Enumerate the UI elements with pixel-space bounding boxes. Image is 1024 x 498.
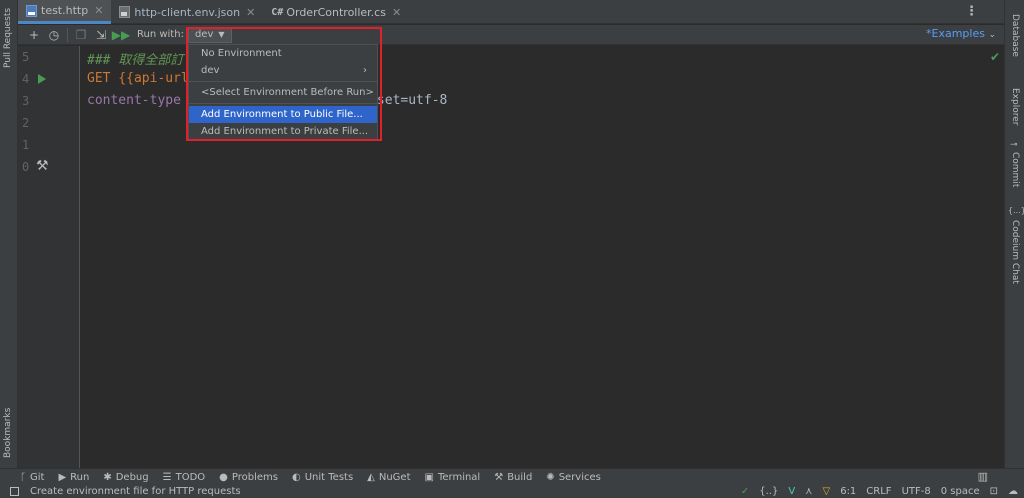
services-icon: ✺: [546, 471, 555, 483]
line-number: 5: [22, 50, 30, 64]
run-tool[interactable]: ▶ Run: [58, 472, 89, 483]
bookmarks-tool[interactable]: Bookmarks: [3, 398, 13, 458]
examples-link[interactable]: *Examples ⌄: [926, 27, 996, 40]
status-bar: Create environment file for HTTP request…: [0, 485, 1024, 498]
menu-item-add-public[interactable]: Add Environment to Public File...: [189, 106, 377, 123]
caret-position[interactable]: 6:1: [840, 486, 856, 497]
lock-icon[interactable]: ⊡: [990, 486, 998, 497]
editor-tab-bar: test.http ✕ http-client.env.json ✕ C# Or…: [18, 0, 1004, 24]
build-icon: ⚒: [494, 471, 504, 483]
git-icon: ᚴ: [20, 471, 26, 483]
tab-label: OrderController.cs: [286, 5, 386, 19]
terminal-icon: ▣: [424, 471, 434, 483]
debug-icon: ✱: [103, 471, 112, 483]
chevron-down-icon: ⌄: [988, 30, 996, 40]
environment-popup: No Environment dev › <Select Environment …: [188, 44, 378, 141]
http-file-icon: [26, 4, 37, 17]
toggle-tool-windows-icon[interactable]: [10, 487, 19, 496]
inspection-icon[interactable]: ⋏: [805, 486, 812, 497]
tab-label: http-client.env.json: [134, 5, 241, 19]
line-number: 0: [22, 160, 30, 174]
run-icon: ▶: [58, 471, 67, 483]
close-icon[interactable]: ✕: [94, 4, 103, 17]
line-number: 2: [22, 116, 30, 130]
debug-tool[interactable]: ✱ Debug: [103, 472, 148, 483]
add-request-icon[interactable]: +: [24, 28, 44, 42]
line-separator[interactable]: CRLF: [866, 486, 891, 497]
tab-order-controller[interactable]: C# OrderController.cs ✕: [263, 0, 409, 24]
history-icon[interactable]: ◷: [44, 28, 64, 42]
terminal-tool[interactable]: ▣ Terminal: [425, 472, 481, 483]
more-options-icon[interactable]: ⋮: [965, 4, 978, 19]
build-tool[interactable]: ⚒ Build: [494, 472, 532, 483]
nuget-icon: ◭: [367, 471, 375, 483]
left-tool-strip: Pull Requests Bookmarks: [0, 0, 18, 468]
database-tool[interactable]: Database: [1010, 14, 1020, 57]
line-number: 4: [22, 72, 30, 86]
codeium-icon: {...}: [1008, 206, 1024, 215]
json-file-icon: [119, 6, 131, 18]
code-editor[interactable]: 5 4 3 2 1 0 ⚒ ### 取得全部訂 GET {{api-urls c…: [18, 46, 1004, 468]
pull-requests-tool[interactable]: Pull Requests: [3, 8, 13, 68]
menu-item-add-private[interactable]: Add Environment to Private File...: [189, 123, 377, 140]
indentation[interactable]: 0 space: [941, 486, 980, 497]
close-icon[interactable]: ✕: [246, 6, 255, 19]
http-toolbar: + ◷ ❐ ⇲ ▶▶ Run with: dev ▼ *Examples ⌄: [18, 25, 1004, 45]
line-number: 3: [22, 94, 30, 108]
bottom-tool-bar: ᚴ Git ▶ Run ✱ Debug ☰ TODO ● Problems ◐ Unit T…: [0, 468, 1024, 485]
explorer-tool[interactable]: Explorer: [1010, 88, 1020, 125]
build-status-icon[interactable]: ▥: [978, 470, 988, 483]
menu-item-select-before-run[interactable]: <Select Environment Before Run>: [189, 84, 377, 101]
menu-divider: [189, 81, 377, 82]
chevron-down-icon: ▼: [218, 30, 225, 39]
unit-tests-tool[interactable]: ◐ Unit Tests: [292, 472, 353, 483]
git-tool[interactable]: ᚴ Git: [20, 472, 44, 483]
line-number: 1: [22, 138, 30, 152]
run-all-icon[interactable]: ▶▶: [111, 28, 131, 42]
run-with-label: Run with:: [137, 29, 184, 40]
status-message: Create environment file for HTTP request…: [30, 486, 241, 497]
csharp-file-icon: C#: [271, 6, 284, 18]
hammer-icon: ⚒: [36, 158, 49, 174]
menu-item-dev[interactable]: dev ›: [189, 62, 377, 79]
filter-icon[interactable]: ▽: [823, 486, 831, 497]
tab-test-http[interactable]: test.http ✕: [18, 0, 112, 24]
menu-item-no-environment[interactable]: No Environment: [189, 45, 377, 62]
nuget-tool[interactable]: ◭ NuGet: [367, 472, 410, 483]
todo-icon: ☰: [162, 471, 172, 483]
ok-icon[interactable]: ✓: [741, 486, 749, 497]
commit-icon: ⊸: [1010, 140, 1018, 150]
run-request-icon[interactable]: [38, 74, 46, 84]
commit-tool[interactable]: Commit: [1010, 152, 1020, 187]
tab-label: test.http: [41, 4, 89, 17]
problems-tool[interactable]: ● Problems: [219, 472, 278, 483]
notifications-icon[interactable]: ☁: [1008, 486, 1018, 497]
vim-icon[interactable]: V: [788, 486, 795, 497]
file-encoding[interactable]: UTF-8: [902, 486, 931, 497]
todo-tool[interactable]: ☰ TODO: [163, 472, 206, 483]
services-tool[interactable]: ✺ Services: [546, 472, 601, 483]
toolbar-divider: [67, 27, 68, 42]
copy-icon[interactable]: ❐: [71, 28, 91, 42]
close-icon[interactable]: ✕: [392, 6, 401, 19]
tab-http-client-env[interactable]: http-client.env.json ✕: [111, 0, 263, 24]
line-gutter: 5 4 3 2 1 0 ⚒: [18, 46, 80, 468]
right-tool-strip: Database Explorer ⊸ Commit {...} Codeium…: [1004, 0, 1024, 468]
environment-value: dev: [194, 29, 214, 40]
unit-tests-icon: ◐: [291, 471, 301, 483]
problems-icon: ●: [219, 471, 228, 483]
status-right-group: ✓ {..} V ⋏ ▽ 6:1 CRLF UTF-8 0 space ⊡ ☁: [731, 485, 1018, 498]
code-line: ### 取得全部訂: [87, 53, 184, 68]
chevron-right-icon: ›: [363, 65, 367, 76]
codeium-chat-tool[interactable]: Codeium Chat: [1010, 220, 1020, 284]
convert-icon[interactable]: ⇲: [91, 28, 111, 42]
menu-divider: [189, 103, 377, 104]
braces-icon[interactable]: {..}: [759, 486, 778, 497]
check-icon: ✔: [989, 50, 1000, 64]
environment-select[interactable]: dev ▼: [187, 26, 232, 43]
